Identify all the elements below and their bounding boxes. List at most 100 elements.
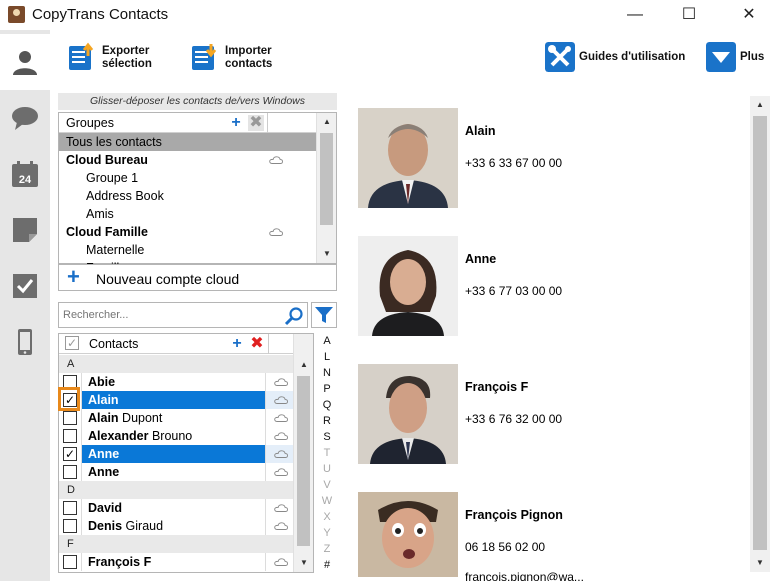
- contact-row[interactable]: Abie: [59, 373, 295, 391]
- group-item[interactable]: Cloud Famille: [59, 223, 316, 241]
- scroll-down-arrow-icon[interactable]: ▼: [317, 245, 337, 263]
- contact-row[interactable]: David: [59, 499, 295, 517]
- contact-name-cell[interactable]: Anne: [81, 445, 265, 463]
- search-icon[interactable]: [284, 306, 304, 326]
- contact-last-name: Giraud: [125, 519, 164, 533]
- details-scrollbar[interactable]: ▲ ▼: [750, 96, 770, 572]
- contact-name-cell[interactable]: Abie: [81, 373, 265, 391]
- alphabet-letter[interactable]: R: [318, 413, 336, 429]
- contact-name-cell[interactable]: Alain Dupont: [81, 409, 265, 427]
- import-contacts-button[interactable]: Importer contacts: [191, 42, 291, 74]
- group-item[interactable]: Tous les contacts: [59, 133, 316, 151]
- contact-checkbox[interactable]: [63, 429, 77, 443]
- alphabet-letter[interactable]: S: [318, 429, 336, 445]
- group-item[interactable]: Amis: [59, 205, 316, 223]
- group-item-label: Tous les contacts: [66, 135, 162, 149]
- contact-name-cell[interactable]: Alain: [81, 391, 265, 409]
- contacts-panel: ✓ Contacts + ✖ A Abie ✓ Alain Alain Dupont Al…: [58, 333, 314, 573]
- new-cloud-account-button[interactable]: + Nouveau compte cloud: [58, 264, 337, 291]
- contact-name-cell[interactable]: François F: [81, 553, 265, 571]
- scroll-up-arrow-icon[interactable]: ▲: [294, 356, 313, 374]
- search-input[interactable]: [63, 306, 283, 324]
- group-item[interactable]: Address Book: [59, 187, 316, 205]
- contact-card[interactable]: François F +33 6 76 32 00 00: [358, 364, 748, 464]
- rail-item-calendar[interactable]: 24: [0, 146, 50, 202]
- cloud-icon: [274, 504, 288, 512]
- add-group-button[interactable]: +: [228, 115, 244, 131]
- contact-checkbox[interactable]: [63, 519, 77, 533]
- maximize-button[interactable]: ☐: [666, 0, 712, 30]
- drag-drop-hint: Glisser-déposer les contacts de/vers Win…: [58, 93, 337, 110]
- contact-photo: [358, 492, 458, 577]
- contact-first-name: David: [88, 501, 123, 515]
- contacts-scroll-thumb[interactable]: [297, 376, 310, 546]
- more-button[interactable]: Plus: [706, 42, 766, 74]
- cloud-icon: [274, 450, 288, 458]
- alphabet-letter[interactable]: Q: [318, 397, 336, 413]
- contact-checkbox[interactable]: [63, 501, 77, 515]
- contact-checkbox[interactable]: ✓: [63, 447, 77, 461]
- rail-item-notes[interactable]: [0, 202, 50, 258]
- alphabet-letter[interactable]: P: [318, 381, 336, 397]
- rail-item-contacts[interactable]: [0, 34, 50, 90]
- contact-row[interactable]: ✓ Alain: [59, 391, 295, 409]
- contact-name-cell[interactable]: David: [81, 499, 265, 517]
- details-scroll-thumb[interactable]: [753, 116, 767, 550]
- alphabet-letter[interactable]: L: [318, 349, 336, 365]
- contact-card[interactable]: Alain +33 6 33 67 00 00: [358, 108, 748, 208]
- rail-item-tasks[interactable]: [0, 258, 50, 314]
- alphabet-letter[interactable]: #: [318, 557, 336, 573]
- groups-header: Groupes + ✖: [59, 113, 316, 133]
- contact-card[interactable]: François Pignon 06 18 56 02 00 francois.…: [358, 492, 748, 581]
- contact-name-cell[interactable]: Anne: [81, 463, 265, 481]
- filter-button[interactable]: [311, 302, 337, 328]
- export-selection-button[interactable]: Exporter sélection: [68, 42, 168, 74]
- scroll-down-arrow-icon[interactable]: ▼: [294, 554, 313, 572]
- app-logo-icon: [8, 6, 25, 23]
- contact-row[interactable]: Alain Dupont: [59, 409, 295, 427]
- contact-row[interactable]: Denis Giraud: [59, 517, 295, 535]
- group-item[interactable]: Groupe 1: [59, 169, 316, 187]
- contact-cloud-cell: [265, 391, 295, 409]
- groups-panel: Groupes + ✖ Tous les contacts Cloud Burea…: [58, 112, 337, 275]
- minimize-button[interactable]: —: [612, 0, 658, 30]
- groups-scroll-thumb[interactable]: [320, 133, 333, 225]
- group-item[interactable]: Cloud Bureau: [59, 151, 316, 169]
- contact-row[interactable]: Anne: [59, 463, 295, 481]
- contact-first-name: Alexander: [88, 429, 149, 443]
- delete-group-button[interactable]: ✖: [248, 115, 264, 131]
- close-button[interactable]: ✕: [726, 0, 772, 30]
- groups-scrollbar[interactable]: ▲ ▼: [316, 113, 336, 263]
- search-box: [58, 302, 308, 328]
- user-guides-button[interactable]: Guides d'utilisation: [545, 42, 695, 74]
- title-bar: CopyTrans Contacts — ☐ ✕: [0, 0, 775, 30]
- contact-name-cell[interactable]: Denis Giraud: [81, 517, 265, 535]
- nav-rail: 24: [0, 30, 50, 581]
- contact-name: François Pignon: [465, 508, 563, 522]
- contact-card[interactable]: Anne +33 6 77 03 00 00: [358, 236, 748, 336]
- contact-row[interactable]: ✓ Anne: [59, 445, 295, 463]
- group-item[interactable]: Maternelle: [59, 241, 316, 259]
- scroll-down-arrow-icon[interactable]: ▼: [750, 554, 770, 572]
- scroll-up-arrow-icon[interactable]: ▲: [317, 113, 337, 131]
- alphabet-letter[interactable]: N: [318, 365, 336, 381]
- rail-item-device[interactable]: [0, 314, 50, 370]
- delete-contact-button[interactable]: ✖: [249, 336, 265, 352]
- alphabet-index: A L N P Q R S T U V W X Y Z #: [318, 333, 336, 573]
- contact-checkbox[interactable]: [63, 555, 77, 569]
- groups-header-label: Groupes: [66, 116, 114, 130]
- contact-row[interactable]: François F: [59, 553, 295, 571]
- scroll-up-arrow-icon[interactable]: ▲: [750, 96, 770, 114]
- contact-checkbox[interactable]: [63, 465, 77, 479]
- contact-name-cell[interactable]: Alexander Brouno: [81, 427, 265, 445]
- contact-cloud-cell: [265, 409, 295, 427]
- contacts-scrollbar[interactable]: ▲ ▼: [293, 334, 313, 572]
- contact-row[interactable]: Alexander Brouno: [59, 427, 295, 445]
- rail-item-messages[interactable]: [0, 90, 50, 146]
- alphabet-letter[interactable]: A: [318, 333, 336, 349]
- select-all-checkbox[interactable]: ✓: [65, 336, 79, 350]
- contact-first-name: Abie: [88, 375, 116, 389]
- add-contact-button[interactable]: +: [229, 336, 245, 352]
- contact-checkbox[interactable]: [63, 411, 77, 425]
- task-check-icon: [13, 274, 37, 298]
